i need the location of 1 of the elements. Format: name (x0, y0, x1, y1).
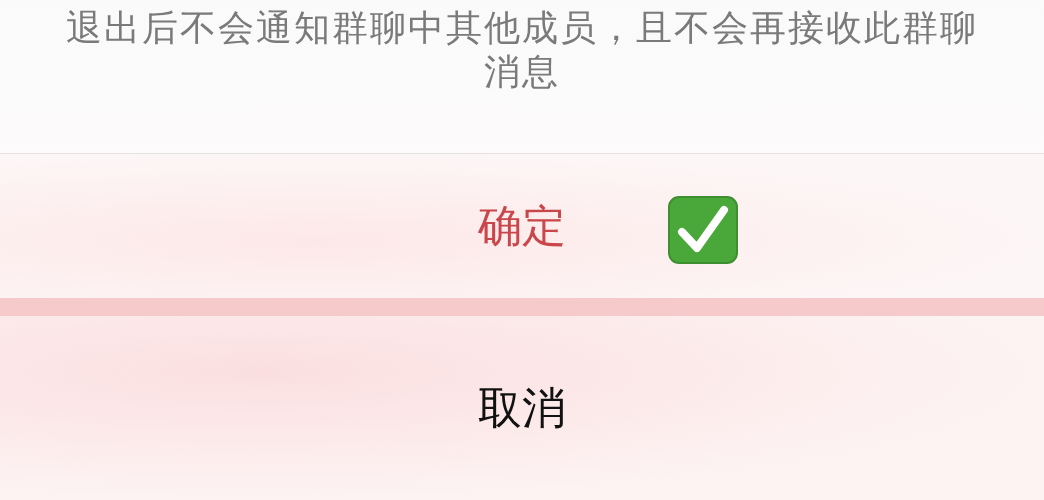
dialog-message: 退出后不会通知群聊中其他成员，且不会再接收此群聊消息 (65, 6, 979, 94)
